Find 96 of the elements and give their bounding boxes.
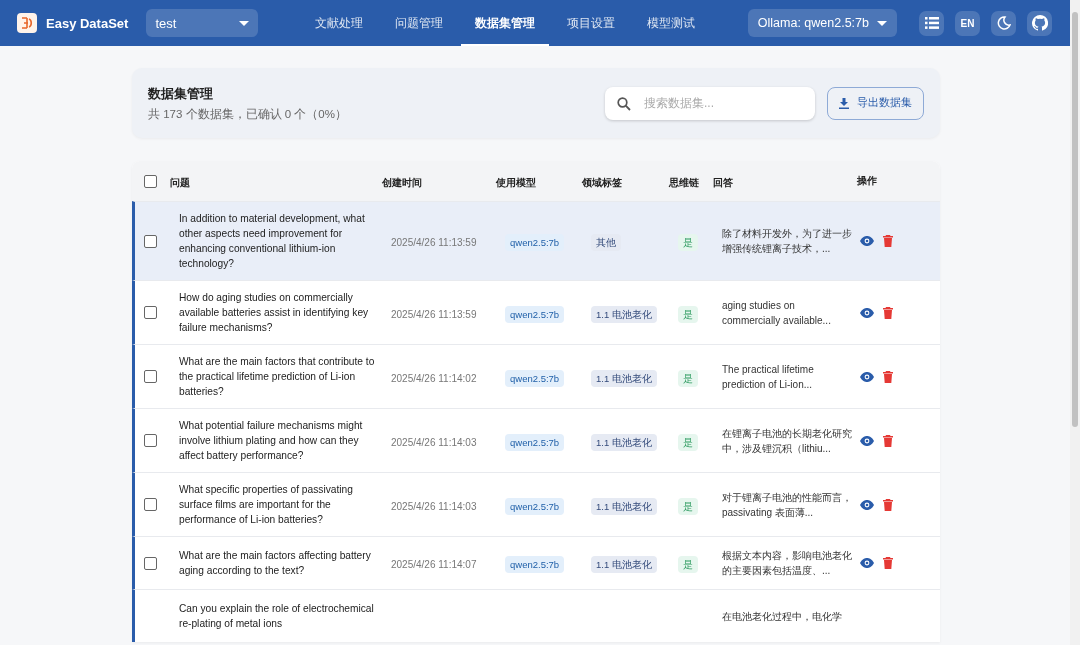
domain-tag: 1.1 电池老化 <box>591 305 657 323</box>
table-row[interactable]: How do aging studies on commercially available batteries assist in identifying key failure mechanisms? 2025/4/26 11:13:59 qwen2.5:7b 1.1 电池老化 是 aging studies on commercially available... <box>132 280 940 344</box>
question-text: Can you explain the role of electrochemical re-plating of metal ions <box>179 602 375 631</box>
list-icon <box>924 17 939 29</box>
answer-text: 根据文本内容，影响电池老化的主要因素包括温度、... <box>722 549 852 578</box>
created-time: 2025/4/26 11:13:59 <box>391 237 477 248</box>
table-row[interactable]: In addition to material development, what other aspects need improvement for enhancing conventional lithium-ion technology? 2025/4/26 11:13:59 qwen2.5:7b 其他 是 除了材料开发外，为了进一步增强传统锂离子技术，... <box>132 201 940 280</box>
view-icon[interactable] <box>860 499 874 510</box>
scrollbar[interactable] <box>1070 0 1080 645</box>
domain-tag: 1.1 电池老化 <box>591 369 657 387</box>
model-tag: qwen2.5:7b <box>505 369 565 387</box>
nav-tab[interactable]: 模型测试 <box>633 0 710 46</box>
answer-text: The practical lifetime prediction of Li-ion... <box>722 362 815 392</box>
domain-tag: 1.1 电池老化 <box>591 433 657 451</box>
row-checkbox[interactable] <box>144 556 157 570</box>
question-text: What are the main factors affecting battery aging according to the text? <box>179 549 372 578</box>
cot-tag: 是 <box>678 305 698 323</box>
table-row[interactable]: What are the main factors affecting battery aging according to the text? 2025/4/26 11:14:07 qwen2.5:7b 1.1 电池老化 是 根据文本内容，影响电池老化的主要因素包括温度、... <box>132 536 940 589</box>
nav-tab[interactable]: 项目设置 <box>553 0 630 46</box>
model-tag: qwen2.5:7b <box>505 556 565 573</box>
row-checkbox[interactable] <box>144 434 157 447</box>
view-icon[interactable] <box>860 435 874 446</box>
created-time: 2025/4/26 11:13:59 <box>391 308 477 320</box>
answer-text: 对于锂离子电池的性能而言， passivating 表面薄... <box>722 490 852 520</box>
answer-text: 在锂离子电池的长期老化研究中，涉及锂沉积（lithiu... <box>722 426 852 456</box>
delete-icon[interactable] <box>883 306 893 319</box>
cot-tag: 是 <box>678 369 698 387</box>
download-icon <box>839 97 849 109</box>
question-text: What potential failure mechanisms might involve lithium plating and how can they affect battery performance? <box>179 419 364 463</box>
model-select[interactable]: Ollama: qwen2.5:7b <box>747 9 897 37</box>
answer-text: 在电池老化过程中，电化学 <box>722 609 843 624</box>
answer-text: aging studies on commercially available... <box>722 298 832 328</box>
table-row[interactable]: What specific properties of passivating surface films are important for the performance of Li-ion batteries? 2025/4/26 11:14:03 qwen2.5:7b 1.1 电池老化 是 对于锂离子电池的性能而言， passivating 表面薄... <box>132 472 940 536</box>
nav-tab[interactable]: 数据集管理 <box>461 0 550 46</box>
question-text: What are the main factors that contribute to the practical lifetime prediction of Li-ion batteries? <box>179 355 375 399</box>
column-header: 操作 <box>857 174 877 188</box>
answer-text: 除了材料开发外，为了进一步增强传统锂离子技术，... <box>722 227 852 256</box>
domain-tag: 其他 <box>591 234 621 251</box>
cot-tag: 是 <box>678 497 698 515</box>
view-icon[interactable] <box>860 307 874 318</box>
caret-icon <box>877 20 887 26</box>
model-tag: qwen2.5:7b <box>505 305 565 323</box>
project-select[interactable]: test <box>146 9 259 37</box>
column-header: 领域标签 <box>582 177 622 188</box>
row-checkbox[interactable] <box>144 306 157 319</box>
delete-icon[interactable] <box>883 434 893 447</box>
column-header: 思维链 <box>669 177 699 188</box>
created-time: 2025/4/26 11:14:03 <box>391 500 477 512</box>
row-checkbox[interactable] <box>144 234 157 248</box>
cot-tag: 是 <box>678 433 698 451</box>
caret-icon <box>239 20 250 26</box>
delete-icon[interactable] <box>883 498 893 511</box>
model-tag: qwen2.5:7b <box>505 433 565 451</box>
export-button[interactable]: 导出数据集 <box>827 86 924 120</box>
row-checkbox[interactable] <box>144 370 157 383</box>
search-icon <box>617 96 631 111</box>
created-time: 2025/4/26 11:14:03 <box>391 436 477 448</box>
question-text: How do aging studies on commercially available batteries assist in identifying key failure mechanisms? <box>179 291 370 335</box>
question-text: What specific properties of passivating surface films are important for the performance of Li-ion batteries? <box>179 483 354 527</box>
column-header: 创建时间 <box>382 177 422 188</box>
language-button[interactable]: EN <box>955 10 980 36</box>
delete-icon[interactable] <box>883 370 893 383</box>
logo-icon <box>17 13 37 33</box>
theme-button[interactable] <box>991 10 1016 36</box>
table-row[interactable]: Can you explain the role of electrochemical re-plating of metal ions 在电池老化过程中，电化学 <box>132 589 940 642</box>
app-name: Easy DataSet <box>46 15 129 31</box>
created-time: 2025/4/26 11:14:07 <box>391 559 477 570</box>
search-field[interactable]: 搜索数据集... <box>605 86 815 120</box>
view-icon[interactable] <box>860 371 874 382</box>
dataset-count: 共 173 个数据集，已确认 0 个（0%） <box>148 106 347 122</box>
nav-tab[interactable]: 问题管理 <box>381 0 458 46</box>
column-header: 使用模型 <box>496 177 536 188</box>
created-time: 2025/4/26 11:14:02 <box>391 372 477 384</box>
moon-icon <box>996 16 1011 30</box>
cot-tag: 是 <box>678 234 698 251</box>
cot-tag: 是 <box>678 556 698 573</box>
domain-tag: 1.1 电池老化 <box>591 556 657 573</box>
column-header: 回答 <box>713 177 733 188</box>
view-icon[interactable] <box>860 236 874 246</box>
nav-tab[interactable]: 文献处理 <box>301 0 378 46</box>
table-row[interactable]: What potential failure mechanisms might involve lithium plating and how can they affect battery performance? 2025/4/26 11:14:03 qwen2.5:7b 1.1 电池老化 是 在锂离子电池的长期老化研究中，涉及锂沉积（lithiu... <box>132 408 940 472</box>
column-header: 问题 <box>170 177 190 188</box>
github-button[interactable] <box>1027 10 1052 36</box>
view-icon[interactable] <box>860 558 874 568</box>
question-text: In addition to material development, what other aspects need improvement for enhancing conventional lithium-ion technology? <box>179 212 366 271</box>
page-title: 数据集管理 <box>148 84 214 103</box>
list-button[interactable] <box>919 10 944 36</box>
domain-tag: 1.1 电池老化 <box>591 497 657 515</box>
delete-icon[interactable] <box>883 557 893 569</box>
model-tag: qwen2.5:7b <box>505 234 565 251</box>
table-row[interactable]: What are the main factors that contribute to the practical lifetime prediction of Li-ion batteries? 2025/4/26 11:14:02 qwen2.5:7b 1.1 电池老化 是 The practical lifetime prediction of Li-ion... <box>132 344 940 408</box>
github-icon <box>1031 15 1048 31</box>
row-checkbox[interactable] <box>144 498 157 511</box>
model-tag: qwen2.5:7b <box>505 497 565 515</box>
delete-icon[interactable] <box>883 235 893 247</box>
select-all-checkbox[interactable] <box>144 174 157 188</box>
